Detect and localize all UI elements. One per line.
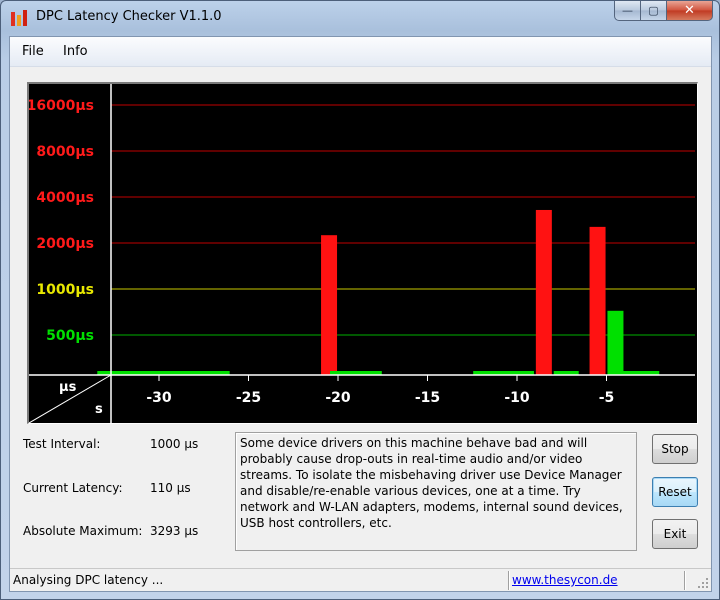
reset-button[interactable]: Reset	[652, 477, 698, 507]
minimize-icon: —	[622, 4, 633, 17]
latency-bar	[321, 235, 338, 375]
latency-bar	[589, 226, 606, 375]
client-area: File Info 500µs 1000µs 2000µs 4000µs 8000µs 1…	[9, 36, 712, 592]
x-tick-label: -5	[599, 390, 615, 406]
close-button[interactable]: ✕	[667, 1, 713, 21]
app-bars-icon	[11, 10, 27, 26]
status-text: Analysing DPC latency ...	[13, 573, 164, 587]
latency-graph: 500µs 1000µs 2000µs 4000µs 8000µs 16000µs µs s -…	[27, 82, 698, 424]
absolute-maximum-value: 3293 µs	[150, 524, 199, 538]
y-tick-label: 16000µs	[29, 98, 94, 114]
status-divider	[684, 571, 685, 590]
x-tick-label: -15	[415, 390, 440, 406]
y-tick-label: 4000µs	[36, 190, 94, 206]
latency-bar	[535, 209, 552, 375]
absolute-maximum-label: Absolute Maximum:	[23, 524, 143, 538]
x-tick-label: -10	[504, 390, 530, 406]
driver-warning-message: Some device drivers on this machine beha…	[235, 432, 637, 551]
test-interval-value: 1000 µs	[150, 437, 199, 451]
y-tick-label: 8000µs	[36, 144, 94, 160]
caption-buttons: — ▢ ✕	[614, 1, 713, 21]
maximize-icon: ▢	[648, 4, 659, 17]
current-latency-label: Current Latency:	[23, 481, 123, 495]
y-tick-label: 1000µs	[36, 282, 94, 298]
website-link[interactable]: www.thesycon.de	[512, 573, 618, 587]
y-axis-unit-label: µs	[59, 380, 77, 395]
x-tick-label: -25	[236, 390, 261, 406]
maximize-button[interactable]: ▢	[641, 1, 667, 21]
status-divider	[508, 571, 509, 590]
x-axis-unit-label: s	[95, 402, 103, 417]
stop-button[interactable]: Stop	[652, 434, 698, 464]
title-bar[interactable]: DPC Latency Checker V1.1.0 — ▢ ✕	[1, 1, 719, 35]
test-interval-label: Test Interval:	[23, 437, 101, 451]
exit-button[interactable]: Exit	[652, 519, 698, 549]
app-window: DPC Latency Checker V1.1.0 — ▢ ✕ File In…	[0, 0, 720, 600]
menu-file[interactable]: File	[22, 44, 44, 59]
current-latency-value: 110 µs	[150, 481, 191, 495]
window-title: DPC Latency Checker V1.1.0	[36, 9, 222, 24]
x-tick-label: -30	[146, 390, 172, 406]
resize-grip-icon[interactable]	[697, 577, 709, 589]
x-tick-label: -20	[325, 390, 351, 406]
close-icon: ✕	[684, 3, 695, 18]
status-bar: Analysing DPC latency ... www.thesycon.d…	[10, 568, 711, 591]
latency-chart: 500µs 1000µs 2000µs 4000µs 8000µs 16000µs µs s -…	[29, 84, 695, 423]
y-tick-label: 500µs	[46, 328, 94, 344]
latency-bar	[607, 310, 624, 375]
menu-info[interactable]: Info	[63, 44, 88, 59]
menu-bar: File Info	[10, 37, 711, 67]
minimize-button[interactable]: —	[614, 1, 641, 21]
y-tick-label: 2000µs	[36, 236, 94, 252]
